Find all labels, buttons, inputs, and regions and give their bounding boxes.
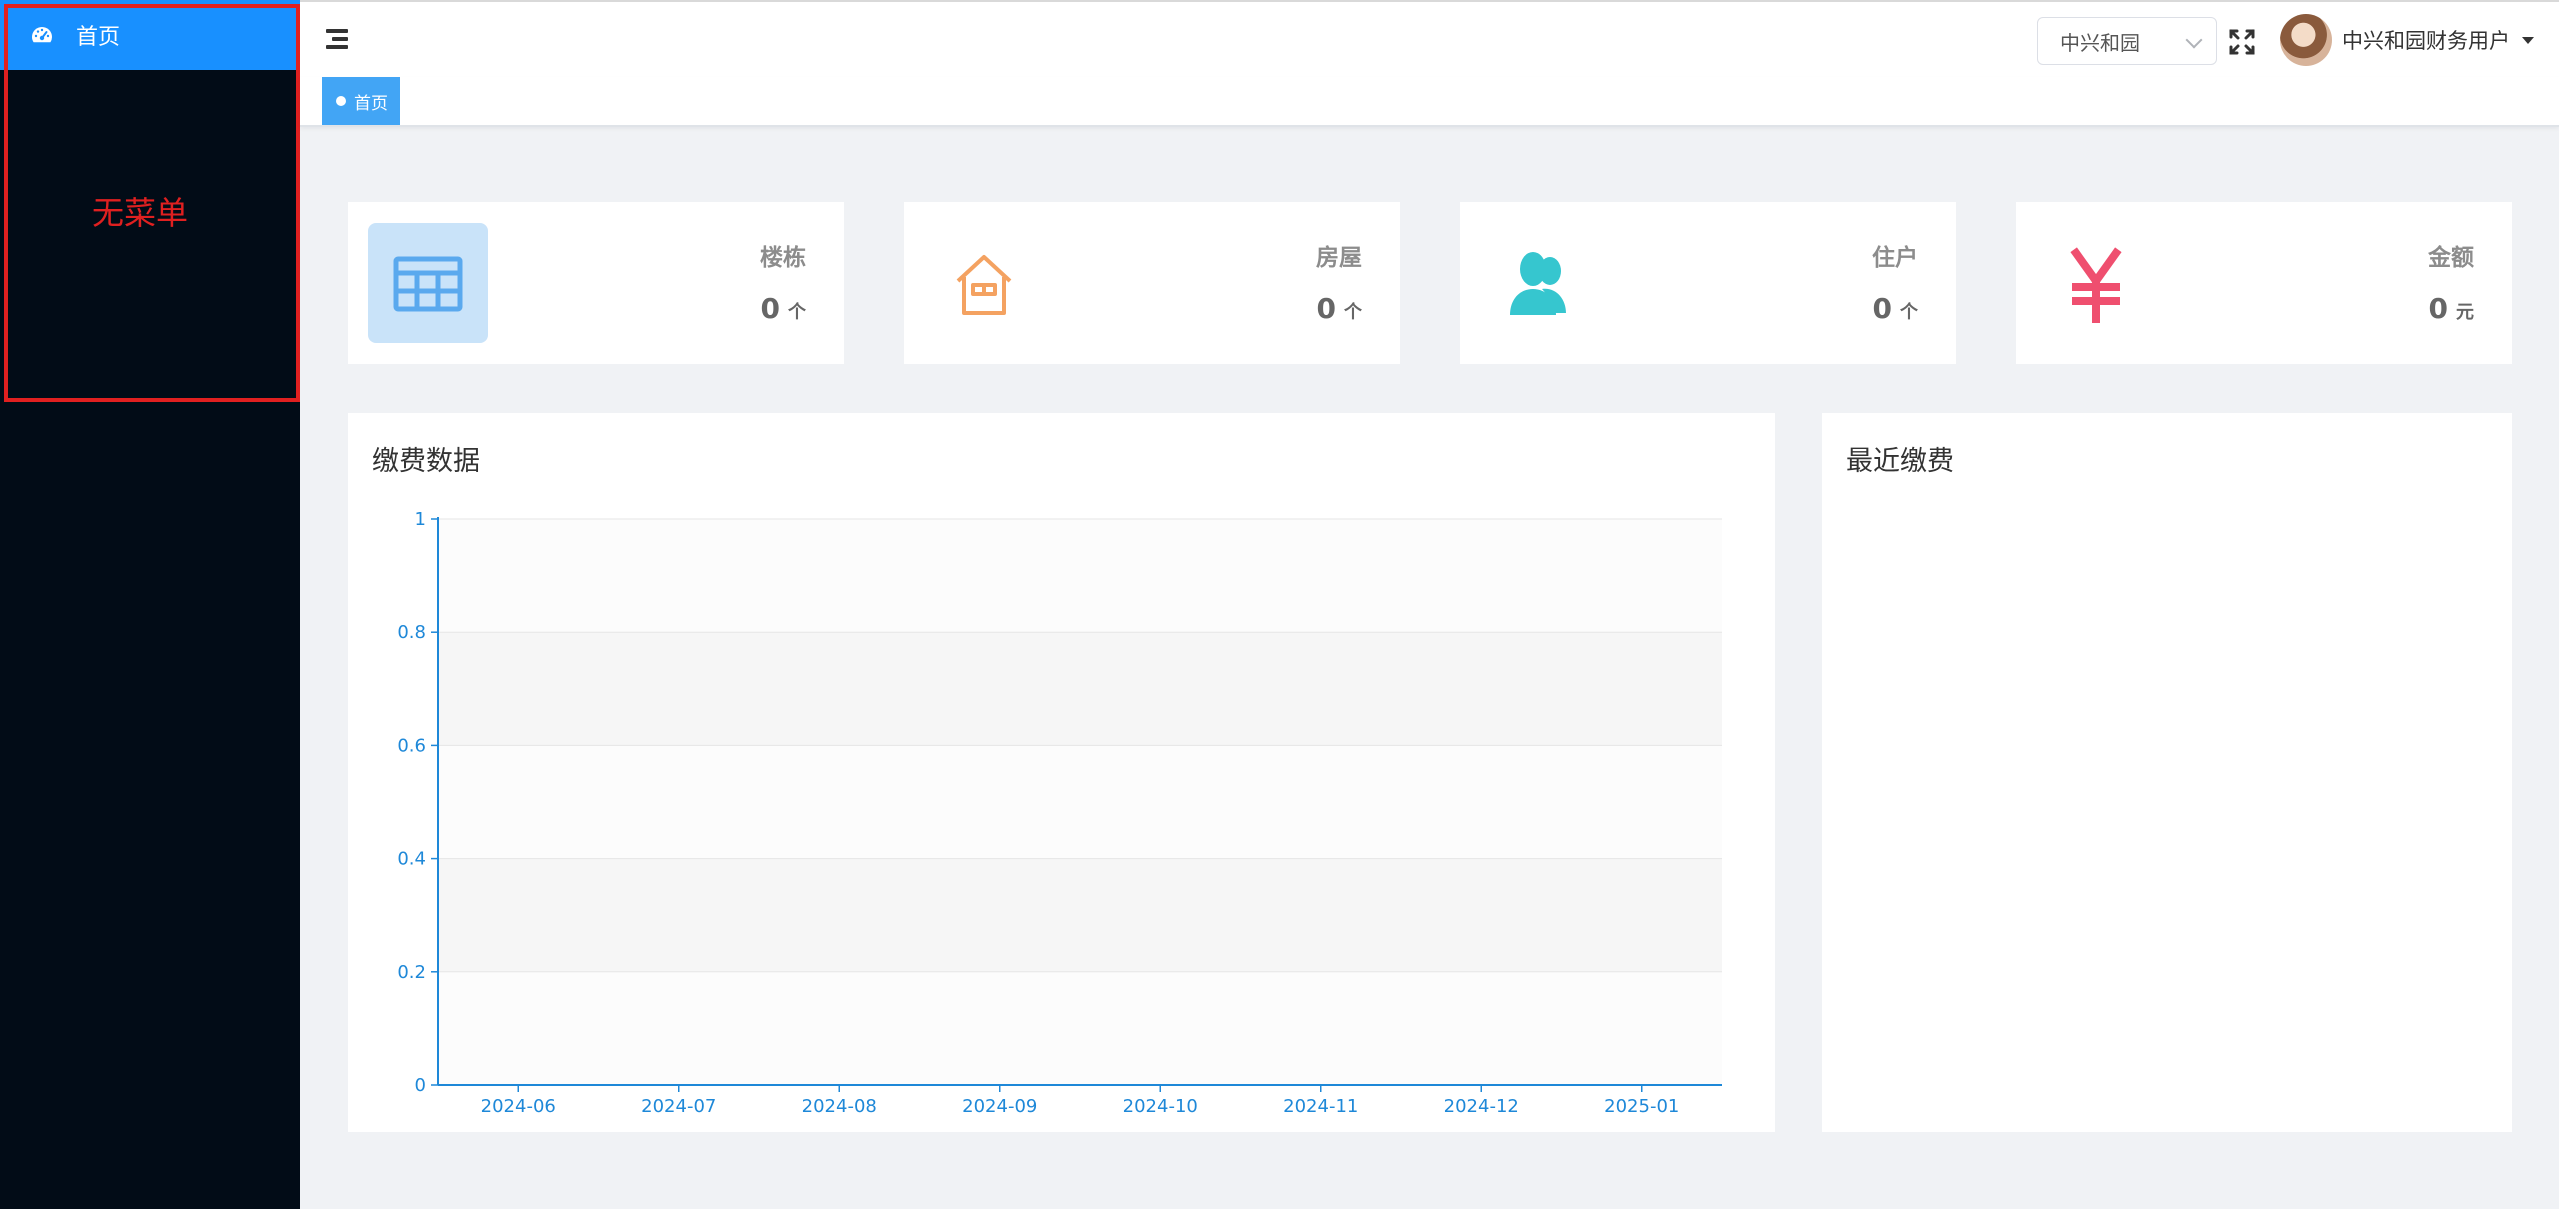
payment-chart-panel: 缴费数据 0 0.2 0.4 0.6 0.8 1 2024-06 2024-07 2024-08… <box>348 413 1775 1132</box>
fullscreen-icon[interactable] <box>2228 28 2256 56</box>
app-root: 首页 无菜单 中兴和园 中兴和园财务用户 首页 楼栋 0 个 房屋 0 个 住户… <box>0 0 2559 1209</box>
stat-value: 0 <box>1872 292 1892 325</box>
tags-view-bar: 首页 <box>300 77 2559 127</box>
stat-label: 住户 <box>1872 245 1918 271</box>
chevron-down-icon <box>2185 31 2203 49</box>
building-grid-icon <box>368 223 488 343</box>
chart-grid-band <box>438 745 1722 859</box>
stat-card-buildings: 楼栋 0个 <box>348 202 844 364</box>
user-name: 中兴和园财务用户 <box>2342 29 2510 53</box>
stat-unit: 个 <box>1900 302 1918 323</box>
stat-value: 0 <box>1316 292 1336 325</box>
x-tick-label: 2025-01 <box>1604 1096 1679 1117</box>
stat-label: 房屋 <box>1316 245 1362 271</box>
payment-chart: 0 0.2 0.4 0.6 0.8 1 2024-06 2024-07 2024-08 2024-… <box>397 509 1722 1117</box>
caret-down-icon <box>2522 36 2534 44</box>
user-menu[interactable]: 中兴和园财务用户 <box>2280 14 2534 66</box>
stat-label: 金额 <box>2428 245 2474 271</box>
avatar[interactable] <box>2280 14 2332 66</box>
stat-unit: 元 <box>2456 302 2474 323</box>
tag-home-label: 首页 <box>354 93 388 114</box>
x-tick-label: 2024-11 <box>1283 1096 1358 1117</box>
chart-grid-band <box>438 971 1722 1085</box>
yuan-icon <box>2036 223 2156 343</box>
stat-card-houses: 房屋 0个 <box>904 202 1400 364</box>
x-tick-label: 2024-12 <box>1444 1096 1519 1117</box>
chart-grid-band <box>438 858 1722 972</box>
hamburger-icon[interactable] <box>326 26 352 52</box>
sidebar-item-home[interactable]: 首页 <box>0 0 300 70</box>
y-tick-label: 1 <box>415 509 426 530</box>
top-navbar: 中兴和园 中兴和园财务用户 <box>300 0 2559 77</box>
dashboard-icon <box>32 27 52 43</box>
stat-card-amount: 金额 0元 <box>2016 202 2512 364</box>
stat-card-residents: 住户 0个 <box>1460 202 1956 364</box>
x-tick-label: 2024-08 <box>802 1096 877 1117</box>
active-dot-icon <box>336 96 346 106</box>
y-tick-label: 0.6 <box>397 735 426 756</box>
stat-label: 楼栋 <box>760 245 806 271</box>
tag-home[interactable]: 首页 <box>322 77 400 125</box>
y-tick-label: 0.8 <box>397 622 426 643</box>
no-menu-annotation: 无菜单 <box>91 194 188 232</box>
house-icon <box>924 223 1044 343</box>
chart-grid-band <box>438 519 1722 633</box>
sidebar: 首页 无菜单 <box>0 0 300 1209</box>
stat-value: 0 <box>2428 292 2448 325</box>
x-tick-label: 2024-06 <box>481 1096 556 1117</box>
y-tick-label: 0.4 <box>397 849 426 870</box>
x-tick-label: 2024-09 <box>962 1096 1037 1117</box>
panel-title: 最近缴费 <box>1846 446 1954 477</box>
residents-icon <box>1480 223 1600 343</box>
sidebar-item-home-label: 首页 <box>76 25 121 50</box>
x-tick-label: 2024-07 <box>641 1096 716 1117</box>
chart-grid-band <box>438 632 1722 746</box>
stat-value: 0 <box>760 292 780 325</box>
y-tick-label: 0.2 <box>397 962 426 983</box>
x-tick-label: 2024-10 <box>1123 1096 1198 1117</box>
community-select[interactable]: 中兴和园 <box>2037 17 2217 65</box>
stat-unit: 个 <box>788 302 806 323</box>
recent-payments-panel: 最近缴费 <box>1822 413 2512 1132</box>
community-select-value: 中兴和园 <box>2060 30 2140 55</box>
y-tick-label: 0 <box>415 1075 426 1096</box>
stat-unit: 个 <box>1344 302 1362 323</box>
